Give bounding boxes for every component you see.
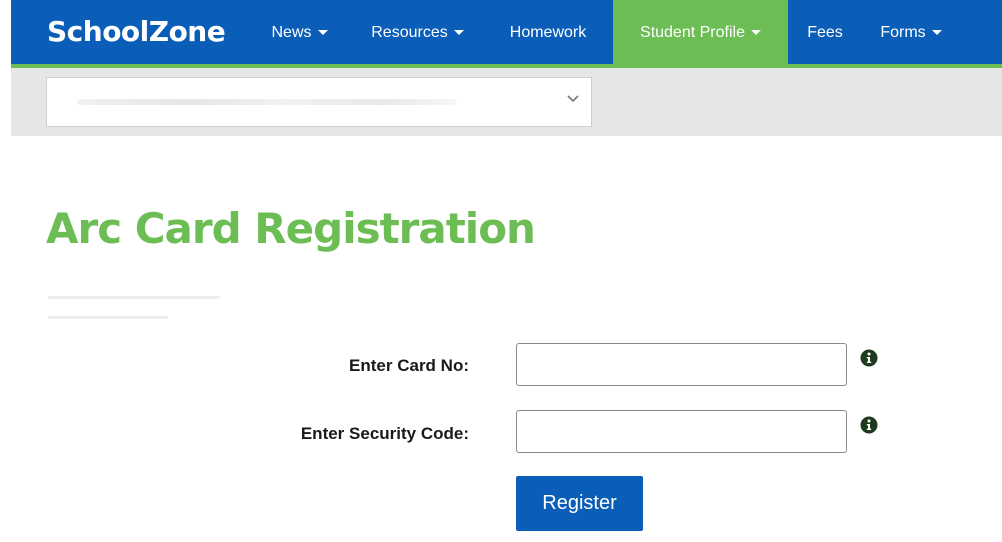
info-icon[interactable]: [860, 349, 878, 367]
caret-down-icon: [931, 30, 942, 36]
caret-down-icon: [750, 30, 761, 36]
nav-item-label: Fees: [807, 24, 843, 41]
sub-toolbar: [11, 68, 1002, 136]
nav-item-forms[interactable]: Forms: [867, 0, 955, 64]
nav-item-homework[interactable]: Homework: [491, 0, 605, 64]
nav-item-label: Resources: [371, 24, 448, 41]
register-button[interactable]: Register: [516, 476, 643, 531]
nav-item-label: Forms: [880, 24, 926, 41]
nav-item-fees[interactable]: Fees: [795, 0, 855, 64]
nav-item-resources[interactable]: Resources: [355, 0, 480, 64]
student-select[interactable]: [46, 77, 592, 127]
nav-item-student-profile[interactable]: Student Profile: [613, 0, 788, 64]
brand-logo[interactable]: SchoolZone: [47, 12, 226, 52]
redacted-select-text: [77, 99, 457, 105]
nav-item-label: Homework: [509, 24, 587, 41]
chevron-down-icon: [567, 95, 579, 103]
security-code-label: Enter Security Code:: [300, 424, 469, 443]
info-icon[interactable]: [860, 416, 878, 434]
caret-down-icon: [317, 30, 328, 36]
caret-down-icon: [453, 30, 464, 36]
nav-item-label: Student Profile: [640, 24, 745, 41]
page-title: Arc Card Registration: [46, 204, 536, 253]
nav-item-label: News: [271, 24, 312, 41]
card-no-label: Enter Card No:: [349, 356, 469, 375]
nav-item-news[interactable]: News: [256, 0, 343, 64]
redacted-text: [48, 296, 220, 322]
security-code-input[interactable]: [516, 410, 847, 453]
top-navbar: SchoolZone News Resources Homework Stude…: [11, 0, 1002, 68]
card-no-input[interactable]: [516, 343, 847, 386]
